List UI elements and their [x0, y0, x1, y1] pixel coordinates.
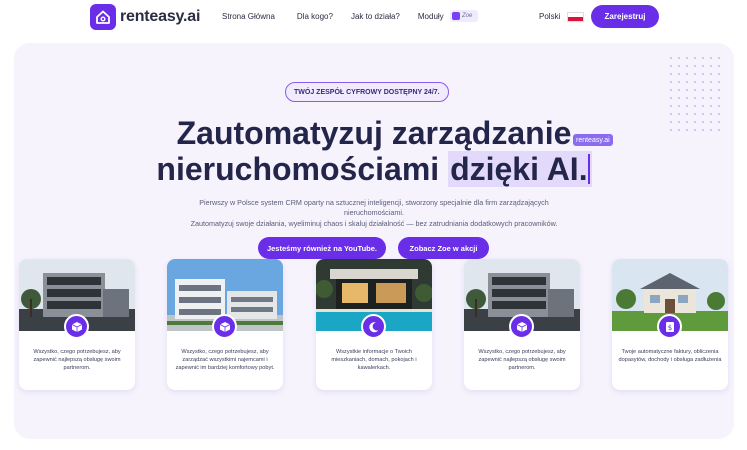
- feature-card-text: Wszystko, czego potrzebujesz, aby zapewn…: [478, 349, 566, 371]
- decoration-dot: [670, 81, 673, 84]
- decoration-dot: [686, 57, 689, 60]
- decoration-dot: [686, 89, 689, 92]
- feature-card[interactable]: Wszystko, czego potrzebujesz, aby zarząd…: [167, 259, 283, 390]
- menu-item-modules[interactable]: Moduły: [418, 12, 444, 21]
- decoration-dot: [702, 57, 705, 60]
- feature-card-text: Wszystko, czego potrzebujesz, aby zarząd…: [175, 349, 275, 371]
- decoration-dot: [670, 105, 673, 108]
- decoration-dot: [694, 89, 697, 92]
- logo-text: renteasy.ai: [120, 8, 201, 25]
- svg-text:$: $: [667, 324, 671, 332]
- decoration-dot: [694, 97, 697, 100]
- house-logo-icon: [90, 4, 116, 30]
- logo[interactable]: renteasy.ai: [90, 4, 200, 30]
- decoration-dot: [710, 89, 713, 92]
- language-selector[interactable]: Polski: [539, 12, 560, 21]
- top-navigation: renteasy.ai Strona Główna Dla kogo? Jak …: [0, 0, 747, 36]
- subtitle-line-2: nieruchomościami.: [344, 208, 404, 217]
- decoration-dot: [694, 65, 697, 68]
- decoration-dot: [678, 65, 681, 68]
- decoration-dot: [718, 57, 721, 60]
- cursor-tag: renteasy.ai: [573, 134, 613, 146]
- decoration-dot: [678, 97, 681, 100]
- decoration-dot: [710, 57, 713, 60]
- menu-item-how-it-works[interactable]: Jak to działa?: [351, 12, 400, 21]
- decoration-dot: [694, 57, 697, 60]
- decoration-dot: [710, 65, 713, 68]
- zoe-badge-label: Zoe: [462, 13, 473, 19]
- cube-icon: [212, 314, 237, 339]
- subtitle-line-1: Pierwszy w Polsce system CRM oparty na s…: [199, 198, 549, 207]
- feature-card-text: Twoje automatyczne faktury, obliczenia d…: [618, 349, 722, 363]
- decoration-dot: [670, 73, 673, 76]
- feature-card[interactable]: $ Twoje automatyczne faktury, obliczenia…: [612, 259, 728, 390]
- menu-item-for-whom[interactable]: Dla kogo?: [297, 12, 333, 21]
- decoration-dot: [686, 73, 689, 76]
- decoration-dot: [686, 105, 689, 108]
- decoration-dot: [678, 81, 681, 84]
- feature-card[interactable]: Wszystko, czego potrzebujesz, aby zapewn…: [464, 259, 580, 390]
- decoration-dot: [678, 105, 681, 108]
- decoration-dot: [670, 65, 673, 68]
- decoration-dot: [678, 89, 681, 92]
- see-zoe-button[interactable]: Zobacz Zoe w akcji: [398, 237, 489, 259]
- zoe-badge[interactable]: Zoe: [450, 10, 478, 22]
- feature-card[interactable]: Wszystko, czego potrzebujesz, aby zapewn…: [19, 259, 135, 390]
- decoration-dot: [670, 57, 673, 60]
- subtitle-line-3: Zautomatyzuj swoje działania, wyeliminuj…: [190, 219, 558, 228]
- invoice-icon: $: [657, 314, 682, 339]
- decoration-dot: [718, 81, 721, 84]
- headline-line-1: Zautomatyzuj zarządzanie: [176, 115, 572, 151]
- feature-card-text: Wszystkie informacje o Twoich mieszkania…: [331, 349, 417, 371]
- feature-card-text: Wszystko, czego potrzebujesz, aby zapewn…: [33, 349, 121, 371]
- poland-flag-icon[interactable]: [567, 12, 584, 22]
- decoration-dot: [702, 65, 705, 68]
- feature-card[interactable]: Wszystkie informacje o Twoich mieszkania…: [316, 259, 432, 390]
- cube-icon: [509, 314, 534, 339]
- youtube-button[interactable]: Jesteśmy również na YouTube.: [258, 237, 386, 259]
- decoration-dot: [694, 73, 697, 76]
- decoration-dot: [718, 73, 721, 76]
- cube-icon: [64, 314, 89, 339]
- moon-icon: [361, 314, 386, 339]
- decoration-dot: [686, 97, 689, 100]
- headline-highlight-text: dzięki AI.: [450, 151, 588, 187]
- availability-badge: TWÓJ ZESPÓŁ CYFROWY DOSTĘPNY 24/7.: [285, 82, 449, 102]
- headline-plain: nieruchomościami: [156, 151, 440, 187]
- decoration-dot: [710, 97, 713, 100]
- decoration-dot: [694, 81, 697, 84]
- decoration-dot: [670, 97, 673, 100]
- decoration-dot: [718, 105, 721, 108]
- decoration-dot: [702, 81, 705, 84]
- decoration-dot: [718, 89, 721, 92]
- decoration-dot: [702, 97, 705, 100]
- typing-cursor: [587, 154, 590, 184]
- decoration-dot: [702, 89, 705, 92]
- decoration-dot: [686, 81, 689, 84]
- decoration-dot: [718, 97, 721, 100]
- decoration-dot: [710, 105, 713, 108]
- register-button[interactable]: Zarejestruj: [591, 5, 659, 28]
- headline-highlight: dzięki AI.: [448, 151, 592, 187]
- decoration-dot: [718, 65, 721, 68]
- decoration-dot: [710, 73, 713, 76]
- decoration-dot: [678, 73, 681, 76]
- menu-item-home[interactable]: Strona Główna: [222, 12, 275, 21]
- decoration-dot: [670, 89, 673, 92]
- main-menu: Strona Główna Dla kogo? Jak to działa? M…: [222, 12, 462, 21]
- decoration-dot: [678, 57, 681, 60]
- headline-line-2: nieruchomościami dzięki AI.: [14, 151, 734, 188]
- decoration-dot: [694, 105, 697, 108]
- decoration-dot: [702, 73, 705, 76]
- zoe-icon: [452, 12, 460, 20]
- decoration-dot: [686, 65, 689, 68]
- decoration-dot: [702, 105, 705, 108]
- decoration-dot: [710, 81, 713, 84]
